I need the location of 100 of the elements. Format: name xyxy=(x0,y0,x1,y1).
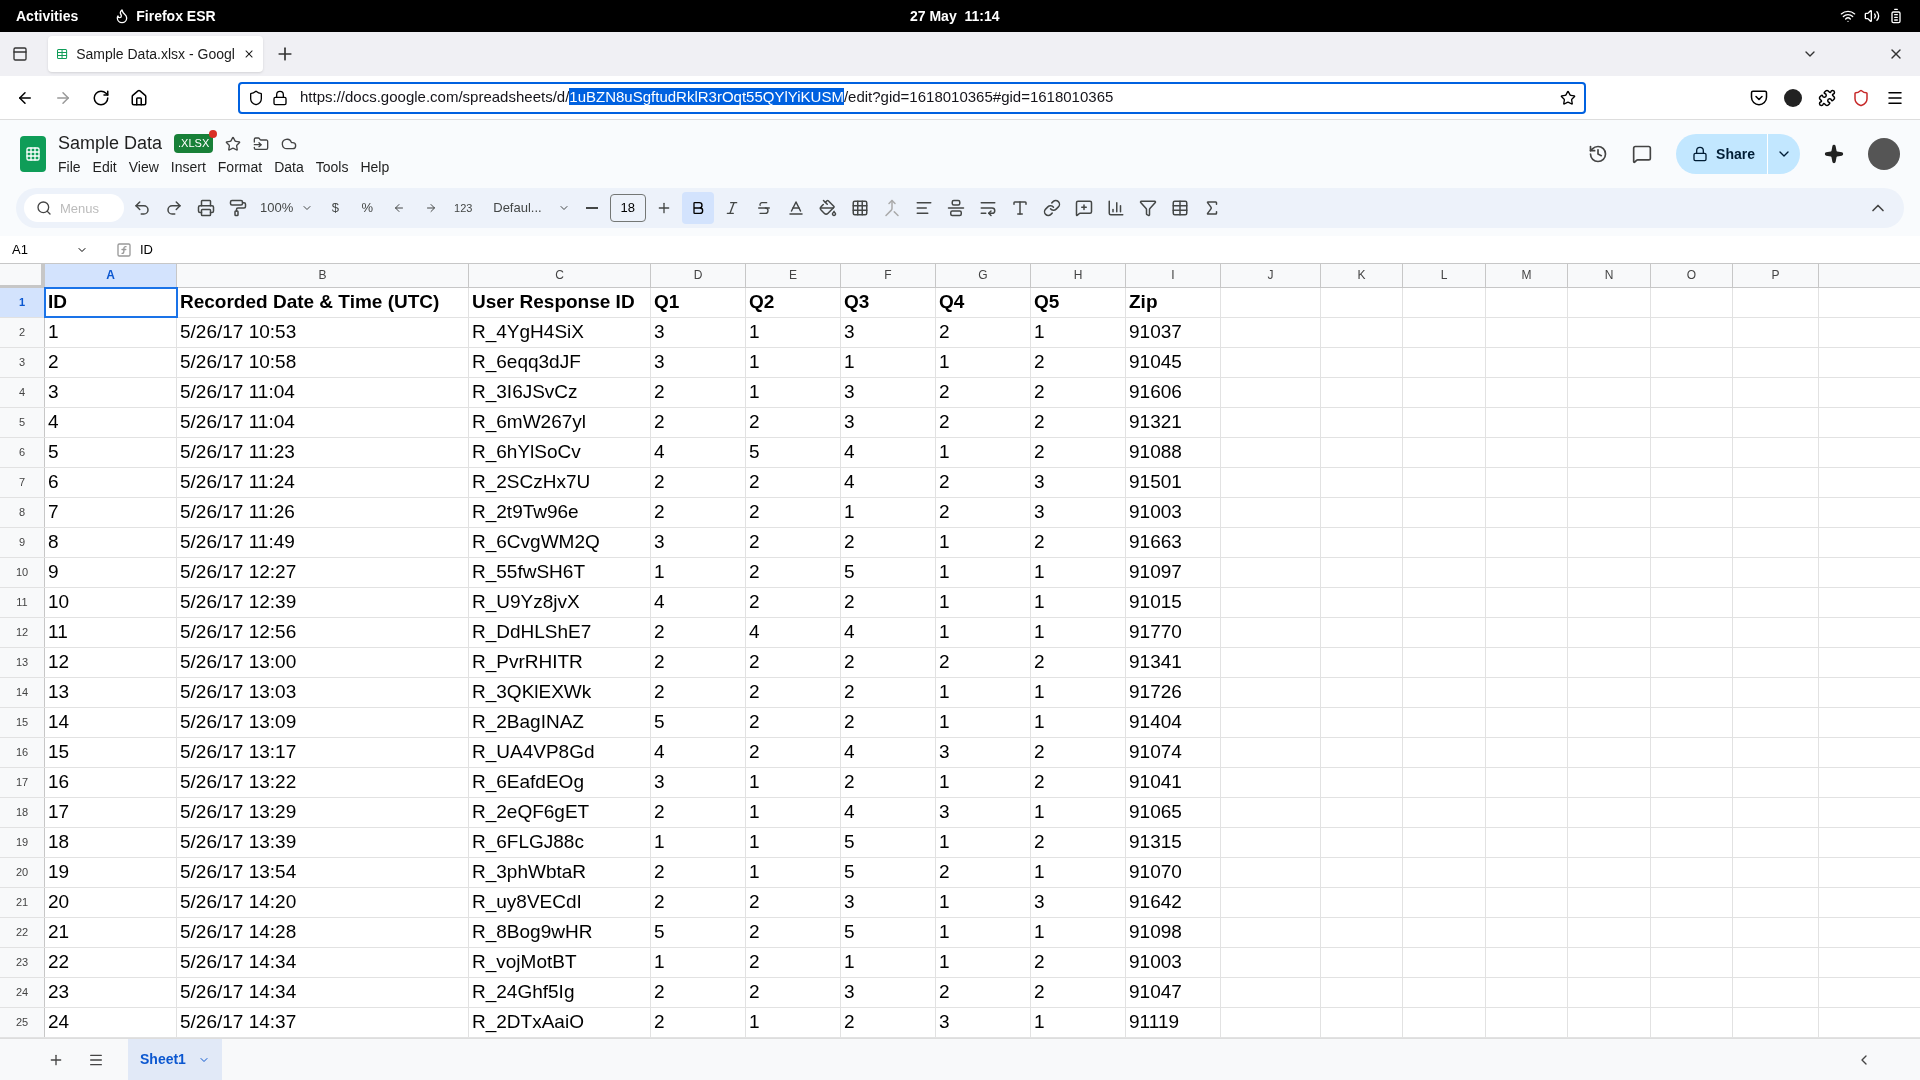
column-header[interactable]: N xyxy=(1568,264,1651,287)
row-header[interactable]: 8 xyxy=(0,497,45,527)
column-header[interactable]: A xyxy=(45,264,177,287)
row-header[interactable]: 20 xyxy=(0,858,45,888)
table-cell: 2 xyxy=(1031,437,1126,467)
menu-item[interactable]: Edit xyxy=(92,157,117,178)
row-header[interactable]: 13 xyxy=(0,647,45,677)
shield-extension-icon[interactable] xyxy=(1852,88,1870,107)
row-header[interactable]: 10 xyxy=(0,557,45,587)
row-header[interactable]: 12 xyxy=(0,617,45,647)
row-header[interactable]: 16 xyxy=(0,738,45,768)
bookmark-star-icon[interactable] xyxy=(1560,89,1576,106)
row-header[interactable]: 3 xyxy=(0,347,45,377)
table-cell: 91088 xyxy=(1126,437,1221,467)
row-header[interactable]: 23 xyxy=(0,948,45,978)
column-header[interactable]: K xyxy=(1321,264,1403,287)
document-title[interactable]: Sample Data xyxy=(58,130,163,157)
home-icon[interactable] xyxy=(130,88,148,107)
table-cell: 1 xyxy=(936,768,1031,798)
row-header[interactable]: 2 xyxy=(0,317,45,347)
row-header[interactable]: 19 xyxy=(0,828,45,858)
clock[interactable]: 27 May 11:14 xyxy=(910,5,1000,27)
column-header[interactable]: H xyxy=(1031,264,1126,287)
table-cell: 5/26/17 12:27 xyxy=(177,557,469,587)
zoom-dropdown[interactable]: 100% xyxy=(256,192,318,224)
menu-item[interactable]: Tools xyxy=(315,157,349,178)
row-header[interactable]: 17 xyxy=(0,768,45,798)
address-bar[interactable]: https://docs.google.com/spreadsheets/d/1uBZN8uSgftudRklR3rOqt55QYlYiKUSM/edit?gid=1618010365#gid=1618010365 xyxy=(238,81,1586,114)
menu-search-field[interactable]: Menus xyxy=(24,194,124,222)
column-header[interactable]: D xyxy=(651,264,746,287)
row-header[interactable]: 9 xyxy=(0,527,45,557)
row-header[interactable]: 22 xyxy=(0,918,45,948)
avatar[interactable] xyxy=(1868,138,1900,170)
row-header[interactable]: 7 xyxy=(0,467,45,497)
menu-item[interactable]: View xyxy=(128,157,159,178)
row-header[interactable]: 14 xyxy=(0,678,45,707)
volume-icon[interactable] xyxy=(1864,8,1880,24)
table-cell: 1 xyxy=(936,948,1031,978)
browser-tab[interactable]: Sample Data.xlsx - Googl xyxy=(48,36,263,72)
reload-icon[interactable] xyxy=(92,88,110,107)
row-header[interactable]: 18 xyxy=(0,798,45,828)
table-cell: 91074 xyxy=(1126,738,1221,768)
row-header[interactable]: 4 xyxy=(0,377,45,407)
menu-item[interactable]: File xyxy=(58,157,81,178)
formula-content[interactable]: ID xyxy=(140,239,153,260)
history-icon[interactable] xyxy=(1588,144,1609,164)
column-header[interactable]: I xyxy=(1126,264,1221,287)
menu-item[interactable]: Format xyxy=(217,157,263,178)
table-cell: 2 xyxy=(651,377,746,407)
table-cell: 1 xyxy=(1031,317,1126,347)
bold-toggle[interactable] xyxy=(681,192,714,224)
column-header[interactable]: G xyxy=(936,264,1031,287)
table-cell: 2 xyxy=(936,377,1031,407)
column-header[interactable]: E xyxy=(746,264,841,287)
battery-icon[interactable] xyxy=(1888,8,1904,24)
row-header[interactable]: 24 xyxy=(0,978,45,1008)
add-comment-icon xyxy=(1074,199,1093,217)
row-header[interactable]: 25 xyxy=(0,1008,45,1038)
column-header[interactable]: C xyxy=(469,264,651,287)
account-icon[interactable] xyxy=(1784,88,1802,107)
activities-button[interactable]: Activities xyxy=(16,5,79,27)
row-header[interactable]: 11 xyxy=(0,587,45,617)
comments-icon[interactable] xyxy=(1632,144,1653,164)
column-header[interactable]: F xyxy=(841,264,936,287)
table-cell: 2 xyxy=(841,768,936,798)
row-header[interactable]: 15 xyxy=(0,708,45,737)
font-size-field[interactable]: 18 xyxy=(609,194,646,222)
tab-list-icon[interactable] xyxy=(12,46,28,62)
menu-item[interactable]: Insert xyxy=(170,157,206,178)
table-cell: R_uy8VECdI xyxy=(469,888,651,918)
column-header[interactable]: L xyxy=(1403,264,1486,287)
row-header[interactable]: 6 xyxy=(0,437,45,467)
app-name[interactable]: Firefox ESR xyxy=(136,5,216,27)
share-button[interactable]: Share xyxy=(1676,134,1800,174)
column-header[interactable]: J xyxy=(1221,264,1321,287)
move-folder-icon[interactable] xyxy=(253,135,270,152)
font-dropdown[interactable]: Defaul... xyxy=(481,192,574,224)
name-box[interactable]: A1 xyxy=(0,239,100,260)
column-header[interactable]: P xyxy=(1733,264,1819,287)
table-cell: 2 xyxy=(746,948,841,978)
column-header[interactable]: O xyxy=(1651,264,1733,287)
wifi-icon[interactable] xyxy=(1840,8,1856,24)
star-icon[interactable] xyxy=(225,135,242,152)
row-header[interactable]: 5 xyxy=(0,407,45,437)
percent-button[interactable]: % xyxy=(353,192,382,224)
sparkle-icon[interactable] xyxy=(1824,144,1844,164)
sheets-logo[interactable] xyxy=(20,136,46,172)
row-header[interactable]: 21 xyxy=(0,888,45,918)
extensions-icon[interactable] xyxy=(1818,88,1836,107)
table-cell: 2 xyxy=(746,918,841,948)
sheet-tab[interactable]: Sheet1 xyxy=(128,1039,222,1080)
currency-button[interactable]: $ xyxy=(321,192,350,224)
print-icon xyxy=(197,199,215,217)
pocket-icon[interactable] xyxy=(1750,88,1768,107)
column-header[interactable]: M xyxy=(1486,264,1568,287)
menu-item[interactable]: Data xyxy=(274,157,304,178)
number-format-button[interactable]: 123 xyxy=(449,192,478,224)
column-header[interactable]: B xyxy=(177,264,469,287)
increase-decimal-icon xyxy=(425,202,438,214)
menu-item[interactable]: Help xyxy=(360,157,390,178)
